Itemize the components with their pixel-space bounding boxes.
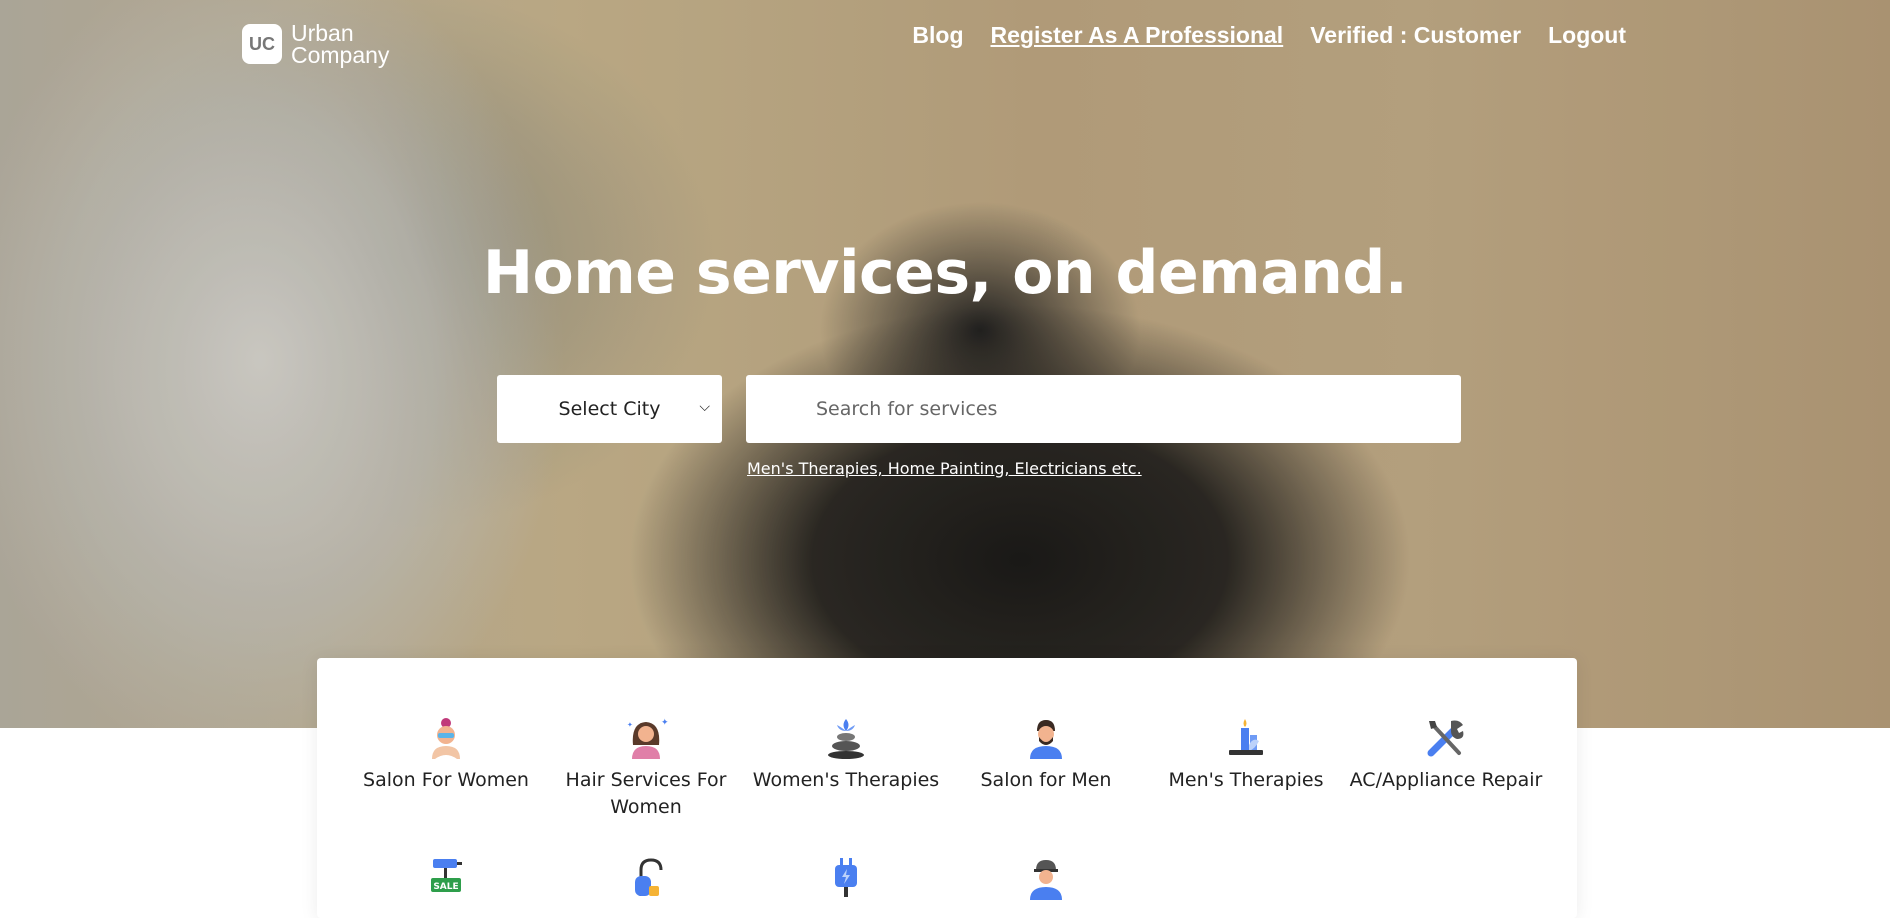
svg-text:✦: ✦ xyxy=(661,718,669,728)
salon-men-icon xyxy=(1030,720,1062,759)
vacuum-icon xyxy=(635,858,663,896)
logo-line-2: Company xyxy=(291,42,390,68)
search-suggestions-link[interactable]: Men's Therapies, Home Painting, Electric… xyxy=(747,459,1142,478)
category-label: Women's Therapies xyxy=(752,769,940,791)
category-cleaning[interactable] xyxy=(546,856,746,908)
categories-card: Salon For Women ✦ ✦ Hair Services For Wo… xyxy=(317,658,1577,918)
paint-roller-sale-icon: SALE xyxy=(431,859,462,892)
salon-women-icon xyxy=(432,718,460,759)
stones-icon xyxy=(828,719,864,759)
logo-mark: UC xyxy=(242,24,282,64)
category-salon-women[interactable]: Salon For Women xyxy=(346,715,546,794)
category-electricians[interactable] xyxy=(746,856,946,908)
city-select-label: Select City xyxy=(558,398,661,420)
logo-wordmark: Urban Company xyxy=(291,20,390,68)
top-navbar: UC Urban Company Blog Register As A Prof… xyxy=(0,0,1890,80)
category-salon-men[interactable]: Salon for Men xyxy=(946,715,1146,794)
register-professional-link[interactable]: Register As A Professional xyxy=(991,22,1284,49)
blog-link[interactable]: Blog xyxy=(912,22,963,49)
plug-icon xyxy=(835,858,857,897)
search-input[interactable] xyxy=(746,375,1461,443)
category-label: Salon for Men xyxy=(980,769,1112,791)
chevron-down-icon: ⌵ xyxy=(699,399,710,415)
category-hair-services-women[interactable]: ✦ ✦ Hair Services For Women xyxy=(546,715,746,821)
logout-link[interactable]: Logout xyxy=(1548,22,1626,49)
svg-text:✦: ✦ xyxy=(627,721,633,729)
city-select[interactable]: Select City ⌵ xyxy=(497,375,722,443)
verified-customer-link[interactable]: Verified : Customer xyxy=(1310,22,1521,49)
category-painting[interactable]: SALE xyxy=(346,856,546,908)
category-label: Men's Therapies xyxy=(1168,769,1324,791)
hero-background-image xyxy=(0,0,1890,728)
hero-headline: Home services, on demand. xyxy=(482,238,1408,308)
logo-line-1: Urban xyxy=(291,20,354,46)
category-ac-appliance-repair[interactable]: AC/Appliance Repair xyxy=(1346,715,1546,794)
urban-company-logo[interactable]: UC Urban Company xyxy=(242,20,390,68)
category-professional[interactable] xyxy=(946,856,1146,908)
category-label: Salon For Women xyxy=(363,769,529,791)
tools-icon xyxy=(1427,720,1464,757)
svg-text:SALE: SALE xyxy=(433,882,458,892)
category-womens-therapies[interactable]: Women's Therapies xyxy=(746,715,946,794)
category-label: Hair Services For Women xyxy=(565,769,727,818)
nav-links: Blog Register As A Professional Verified… xyxy=(912,22,1626,49)
worker-icon xyxy=(1030,860,1062,900)
candle-icon xyxy=(1229,719,1263,755)
category-label: AC/Appliance Repair xyxy=(1349,769,1543,791)
hair-services-icon: ✦ ✦ xyxy=(627,718,669,759)
category-mens-therapies[interactable]: Men's Therapies xyxy=(1146,715,1346,794)
